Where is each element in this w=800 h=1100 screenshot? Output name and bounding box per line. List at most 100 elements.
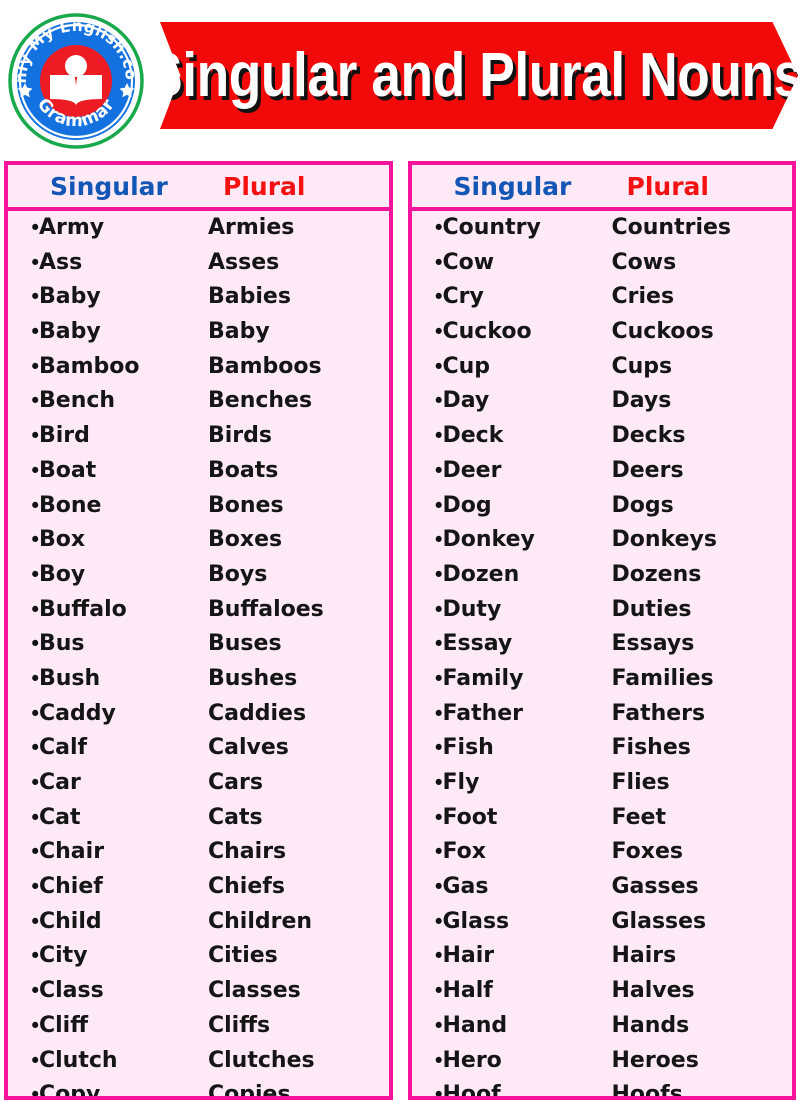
bullet-icon: • <box>29 562 42 587</box>
plural-word: Baby <box>208 319 270 345</box>
table-row: • Boy Boys <box>8 560 389 595</box>
table-row: • Caddy Caddies <box>8 699 389 734</box>
table-row: • Chair Chairs <box>8 837 389 872</box>
plural-word: Boxes <box>208 527 283 553</box>
singular-word: Gas <box>442 874 489 900</box>
left-header-singular: Singular <box>50 171 168 201</box>
plural-word: Cows <box>611 249 677 275</box>
singular-word: Caddy <box>39 700 116 726</box>
singular-word: Bamboo <box>39 353 140 379</box>
plural-word: Decks <box>611 423 686 449</box>
table-row: • Cliff Cliffs <box>8 1011 389 1046</box>
plural-word: Dogs <box>611 492 674 518</box>
plural-word: Hands <box>611 1012 690 1038</box>
singular-word: Hoof <box>442 1082 501 1100</box>
left-table-body: • Army Armies • Ass Asses • Baby Babies • Baby Baby… <box>8 211 389 1100</box>
plural-word: Buses <box>208 631 282 657</box>
bullet-icon: • <box>432 736 445 761</box>
singular-word: Dog <box>442 492 492 518</box>
bullet-icon: • <box>432 944 445 969</box>
table-row: • Dog Dogs <box>412 491 793 526</box>
bullet-icon: • <box>432 528 445 553</box>
bullet-icon: • <box>432 701 445 726</box>
plural-word: Dozens <box>611 561 702 587</box>
singular-word: Hand <box>442 1012 508 1038</box>
table-row: • Father Fathers <box>412 699 793 734</box>
plural-word: Families <box>611 665 714 691</box>
bullet-icon: • <box>29 1013 42 1038</box>
table-row: • Cup Cups <box>412 352 793 387</box>
singular-word: Buffalo <box>39 596 127 622</box>
plural-word: Asses <box>208 249 280 275</box>
singular-word: Half <box>442 978 493 1004</box>
table-row: • Fox Foxes <box>412 837 793 872</box>
bullet-icon: • <box>432 909 445 934</box>
bullet-icon: • <box>432 493 445 518</box>
singular-word: Hero <box>442 1047 502 1073</box>
table-row: • Car Cars <box>8 768 389 803</box>
bullet-icon: • <box>29 389 42 414</box>
bullet-icon: • <box>432 562 445 587</box>
singular-word: Duty <box>442 596 502 622</box>
table-row: • Dozen Dozens <box>412 560 793 595</box>
table-row: • Family Families <box>412 664 793 699</box>
plural-word: Armies <box>208 215 295 240</box>
bullet-icon: • <box>432 979 445 1004</box>
singular-word: Class <box>39 978 104 1004</box>
plural-word: Flies <box>611 770 670 795</box>
plural-word: Hoofs <box>611 1082 683 1100</box>
page-title: Singular and Plural Nouns <box>146 40 800 110</box>
bullet-icon: • <box>29 840 42 865</box>
plural-word: Fathers <box>611 700 706 726</box>
plural-word: Bamboos <box>208 353 322 379</box>
table-row: • Half Halves <box>412 976 793 1011</box>
table-row: • Donkey Donkeys <box>412 525 793 560</box>
bullet-icon: • <box>29 632 42 657</box>
plural-word: Fishes <box>611 735 691 761</box>
singular-word: Copy <box>39 1082 101 1100</box>
table-row: • Army Armies <box>8 213 389 248</box>
singular-word: Car <box>39 770 81 795</box>
bullet-icon: • <box>29 250 42 275</box>
bullet-icon: • <box>29 909 42 934</box>
table-row: • Fish Fishes <box>412 733 793 768</box>
right-header-singular: Singular <box>453 171 572 201</box>
singular-word: Hair <box>442 943 495 969</box>
bullet-icon: • <box>29 736 42 761</box>
plural-word: Countries <box>611 215 732 240</box>
bullet-icon: • <box>29 216 42 240</box>
singular-word: Chief <box>39 874 103 900</box>
plural-word: Chairs <box>208 839 287 865</box>
singular-word: Deck <box>442 423 504 449</box>
singular-word: Day <box>442 388 490 414</box>
bullet-icon: • <box>432 666 445 691</box>
table-row: • Class Classes <box>8 976 389 1011</box>
singular-word: Fox <box>442 839 486 865</box>
bullet-icon: • <box>432 771 445 795</box>
plural-word: Donkeys <box>611 527 717 553</box>
singular-word: Chair <box>39 839 105 865</box>
plural-word: Birds <box>208 423 273 449</box>
table-row: • Calf Calves <box>8 733 389 768</box>
bullet-icon: • <box>29 528 42 553</box>
singular-word: Dozen <box>442 561 520 587</box>
plural-word: Classes <box>208 978 301 1004</box>
singular-word: Donkey <box>442 527 535 553</box>
plural-word: Clutches <box>208 1047 315 1073</box>
left-table: Singular Plural • Army Armies • Ass Asses • Bab… <box>4 161 393 1100</box>
bullet-icon: • <box>29 493 42 518</box>
singular-word: Bush <box>39 665 101 691</box>
right-header-plural: Plural <box>626 171 709 201</box>
bullet-icon: • <box>432 805 445 830</box>
table-row: • Duty Duties <box>412 595 793 630</box>
plural-word: Copies <box>208 1082 291 1100</box>
plural-word: Cries <box>611 284 675 310</box>
plural-word: Days <box>611 388 672 414</box>
singular-word: Ass <box>39 249 83 275</box>
singular-word: Cry <box>442 284 484 310</box>
left-table-header-row: Singular Plural <box>8 165 389 211</box>
left-header-plural: Plural <box>223 171 306 201</box>
plural-word: Glasses <box>611 908 707 934</box>
bullet-icon: • <box>29 1048 42 1073</box>
bullet-icon: • <box>432 285 445 310</box>
